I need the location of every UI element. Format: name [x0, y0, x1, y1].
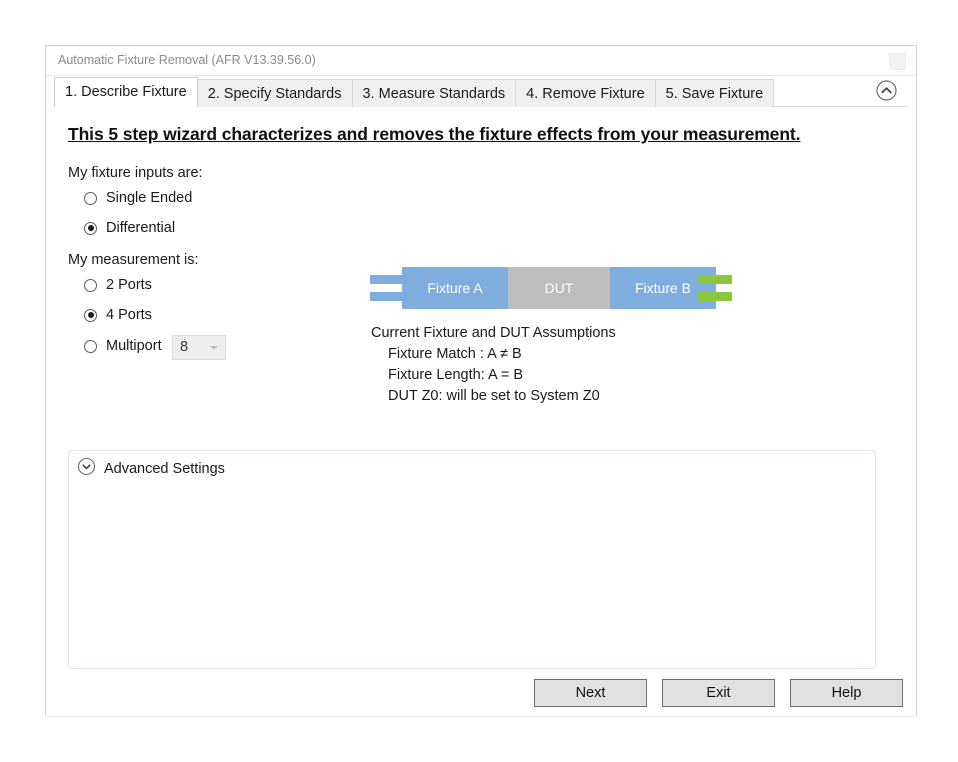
- tab-label: 4. Remove Fixture: [526, 86, 645, 102]
- help-button[interactable]: Help: [790, 679, 903, 707]
- radio-label: Single Ended: [106, 190, 193, 206]
- tab-content-describe-fixture: This 5 step wizard characterizes and rem…: [46, 107, 916, 716]
- diagram-block-dut: DUT: [508, 267, 610, 309]
- exit-button[interactable]: Exit: [662, 679, 775, 707]
- assumption-fixture-match: Fixture Match : A ≠ B: [388, 346, 522, 362]
- radio-2-ports[interactable]: 2 Ports: [84, 277, 152, 293]
- radio-indicator: [84, 221, 97, 235]
- chevron-up-icon[interactable]: [875, 79, 898, 102]
- window-titlebar: Automatic Fixture Removal (AFR V13.39.56…: [46, 46, 916, 76]
- radio-label: 2 Ports: [106, 277, 152, 293]
- advanced-settings-panel: Advanced Settings: [68, 450, 876, 669]
- diagram-block-fixture-b: Fixture B: [610, 267, 716, 309]
- tab-remove-fixture[interactable]: 4. Remove Fixture: [515, 79, 656, 107]
- next-button[interactable]: Next: [534, 679, 647, 707]
- tab-label: 5. Save Fixture: [665, 86, 764, 102]
- app-root: Automatic Fixture Removal (AFR V13.39.56…: [0, 0, 958, 762]
- tab-label: 3. Measure Standards: [362, 86, 506, 102]
- afr-window: Automatic Fixture Removal (AFR V13.39.56…: [45, 45, 917, 717]
- diagram-block-fixture-a: Fixture A: [402, 267, 508, 309]
- tab-label: 2. Specify Standards: [207, 86, 342, 102]
- multiport-port-count-select[interactable]: 8: [172, 335, 226, 360]
- chevron-down-circle-icon: [77, 457, 96, 481]
- radio-indicator: [84, 339, 97, 353]
- chevron-down-icon: [210, 346, 218, 350]
- tab-save-fixture[interactable]: 5. Save Fixture: [654, 79, 775, 107]
- window-bottom-edge: [45, 716, 917, 717]
- multiport-port-count-value: 8: [180, 339, 189, 355]
- window-title: Automatic Fixture Removal (AFR V13.39.56…: [58, 53, 316, 67]
- radio-indicator: [84, 308, 97, 322]
- measurement-group-label: My measurement is:: [68, 252, 199, 268]
- tab-list: 1. Describe Fixture 2. Specify Standards…: [54, 76, 775, 107]
- connector-right-upper: [698, 275, 732, 284]
- radio-4-ports[interactable]: 4 Ports: [84, 307, 152, 323]
- tab-specify-standards[interactable]: 2. Specify Standards: [196, 79, 353, 107]
- radio-multiport[interactable]: Multiport: [84, 338, 162, 354]
- radio-indicator: [84, 278, 97, 292]
- page-title: This 5 step wizard characterizes and rem…: [68, 124, 801, 144]
- tab-describe-fixture[interactable]: 1. Describe Fixture: [54, 77, 198, 107]
- assumption-dut-z0: DUT Z0: will be set to System Z0: [388, 388, 600, 404]
- radio-label: Differential: [106, 220, 176, 236]
- advanced-settings-label: Advanced Settings: [104, 461, 225, 477]
- radio-indicator: [84, 191, 97, 205]
- advanced-settings-toggle[interactable]: Advanced Settings: [77, 457, 225, 481]
- tab-measure-standards[interactable]: 3. Measure Standards: [351, 79, 517, 107]
- assumptions-block: Current Fixture and DUT Assumptions Fixt…: [371, 323, 616, 407]
- connector-right-lower: [698, 292, 732, 301]
- tab-label: 1. Describe Fixture: [65, 84, 187, 100]
- radio-single-ended[interactable]: Single Ended: [84, 190, 192, 206]
- connector-left-upper: [370, 275, 404, 284]
- assumptions-title: Current Fixture and DUT Assumptions: [371, 325, 616, 341]
- tab-strip: 1. Describe Fixture 2. Specify Standards…: [46, 76, 916, 107]
- window-box-button[interactable]: [889, 53, 906, 70]
- assumption-fixture-length: Fixture Length: A = B: [388, 367, 524, 383]
- radio-label: Multiport: [106, 338, 162, 354]
- connector-left-lower: [370, 292, 404, 301]
- fixture-dut-diagram: Fixture A DUT Fixture B: [352, 259, 732, 317]
- radio-label: 4 Ports: [106, 307, 152, 323]
- fixture-inputs-group-label: My fixture inputs are:: [68, 165, 203, 181]
- radio-differential[interactable]: Differential: [84, 220, 175, 236]
